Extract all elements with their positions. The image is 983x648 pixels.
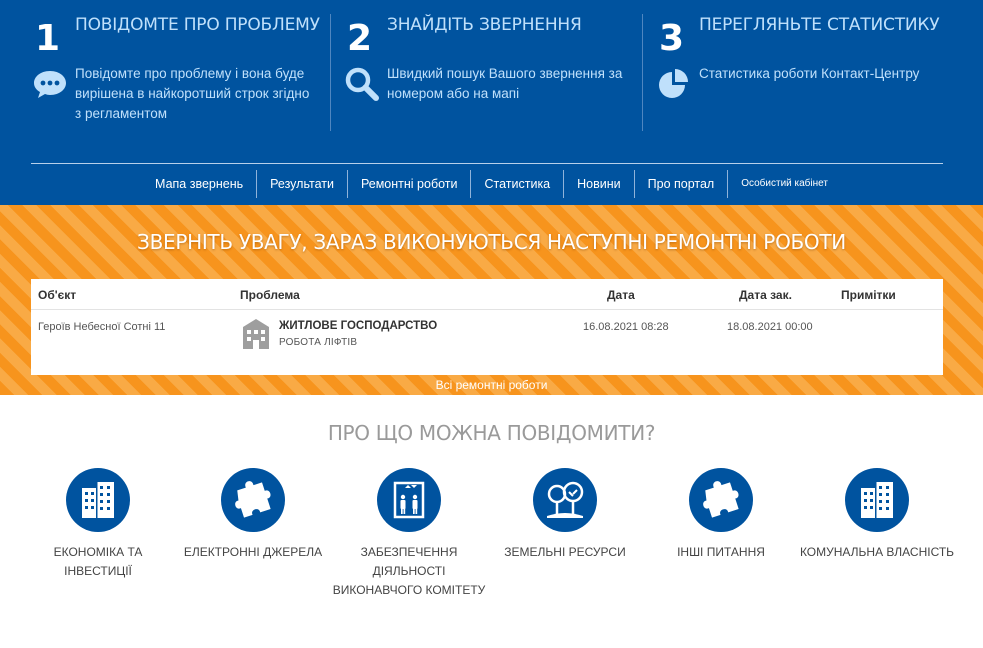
nav-item-results[interactable]: Результати bbox=[257, 170, 348, 198]
category-icon-circle bbox=[66, 468, 130, 532]
table-header: Об'єкт Проблема Дата Дата зак. Примітки bbox=[31, 279, 943, 310]
nav-item-repairs[interactable]: Ремонтні роботи bbox=[348, 170, 472, 198]
column-problem: Проблема bbox=[240, 288, 300, 302]
step-number: 1 bbox=[35, 18, 61, 59]
nav-item-account[interactable]: Особистий кабінет bbox=[728, 170, 841, 198]
step-find-request[interactable]: 2 ЗНАЙДІТЬ ЗВЕРНЕННЯ Швидкий пошук Вашог… bbox=[342, 14, 642, 132]
search-icon bbox=[345, 67, 379, 101]
category-label: Інші питання bbox=[677, 545, 765, 559]
step-description: Статистика роботи Контакт-Центру bbox=[699, 66, 920, 81]
row-object: Героїв Небесної Сотні 11 bbox=[38, 321, 166, 333]
repairs-section: ЗВЕРНІТЬ УВАГУ, ЗАРАЗ ВИКОНУЮТЬСЯ НАСТУП… bbox=[0, 205, 983, 395]
column-notes: Примітки bbox=[841, 288, 896, 302]
category-icon-circle bbox=[845, 468, 909, 532]
category-label: Комунальна власність bbox=[799, 545, 955, 559]
nav-item-map[interactable]: Мапа звернень bbox=[142, 170, 258, 198]
step-title[interactable]: ПЕРЕГЛЯНЬТЕ СТАТИСТИКУ bbox=[699, 15, 940, 35]
column-date-end: Дата зак. bbox=[739, 288, 792, 302]
row-date-end: 18.08.2021 00:00 bbox=[727, 321, 813, 333]
column-object: Об'єкт bbox=[38, 288, 77, 302]
categories-heading: ПРО ЩО МОЖНА ПОВІДОМИТИ? bbox=[327, 421, 656, 445]
header-divider bbox=[31, 163, 943, 164]
buildings-icon bbox=[861, 482, 893, 518]
header: 1 ПОВІДОМТЕ ПРО ПРОБЛЕМУ Повідомте про п… bbox=[0, 0, 983, 205]
step-description: Повідомте про проблему і вона буде виріш… bbox=[75, 66, 310, 121]
step-view-statistics[interactable]: 3 ПЕРЕГЛЯНЬТЕ СТАТИСТИКУ Статистика робо… bbox=[654, 14, 954, 132]
buildings-icon bbox=[82, 482, 114, 518]
column-date: Дата bbox=[607, 288, 635, 302]
step-number: 3 bbox=[659, 18, 685, 59]
category-icon-circle bbox=[377, 468, 441, 532]
category-label: Забезпечення діяльності виконавчого комі… bbox=[332, 545, 486, 597]
nav-item-statistics[interactable]: Статистика bbox=[471, 170, 565, 198]
nav-item-news[interactable]: Новини bbox=[564, 170, 635, 198]
main-nav: Мапа звернень Результати Ремонтні роботи… bbox=[0, 170, 983, 198]
step-description: Швидкий пошук Вашого звернення за номеро… bbox=[387, 66, 623, 101]
pie-chart-icon bbox=[659, 69, 688, 98]
nav-item-about[interactable]: Про портал bbox=[635, 170, 729, 198]
category-icon-circle bbox=[221, 468, 285, 532]
repairs-table: Об'єкт Проблема Дата Дата зак. Примітки … bbox=[31, 279, 943, 375]
category-icon-circle bbox=[533, 468, 597, 532]
puzzle-icon bbox=[235, 481, 271, 518]
repairs-title: ЗВЕРНІТЬ УВАГУ, ЗАРАЗ ВИКОНУЮТЬСЯ НАСТУП… bbox=[137, 230, 846, 254]
trees-icon bbox=[547, 481, 584, 518]
category-icon-circle bbox=[689, 468, 753, 532]
row-problem-title: ЖИТЛОВЕ ГОСПОДАРСТВО bbox=[279, 320, 438, 332]
speech-bubble-icon bbox=[34, 71, 66, 98]
row-date: 16.08.2021 08:28 bbox=[583, 321, 669, 333]
step-title[interactable]: ЗНАЙДІТЬ ЗВЕРНЕННЯ bbox=[387, 15, 582, 35]
category-label: Електронні джерела bbox=[183, 545, 323, 559]
step-title[interactable]: ПОВІДОМТЕ ПРО ПРОБЛЕМУ bbox=[75, 15, 320, 35]
apartment-building-icon bbox=[243, 319, 269, 349]
category-label: Земельні ресурси bbox=[504, 545, 626, 559]
step-number: 2 bbox=[347, 18, 373, 59]
all-repairs-link[interactable]: Всі ремонтні роботи bbox=[0, 378, 983, 392]
step-report-problem[interactable]: 1 ПОВІДОМТЕ ПРО ПРОБЛЕМУ Повідомте про п… bbox=[30, 14, 330, 132]
elevator-icon bbox=[393, 481, 425, 519]
row-problem-subtitle: РОБОТА ЛІФТІВ bbox=[279, 337, 358, 348]
puzzle-icon bbox=[703, 481, 739, 518]
step-divider bbox=[642, 14, 643, 131]
category-label: Економіка та інвестиції bbox=[53, 545, 143, 578]
step-divider bbox=[330, 14, 331, 131]
